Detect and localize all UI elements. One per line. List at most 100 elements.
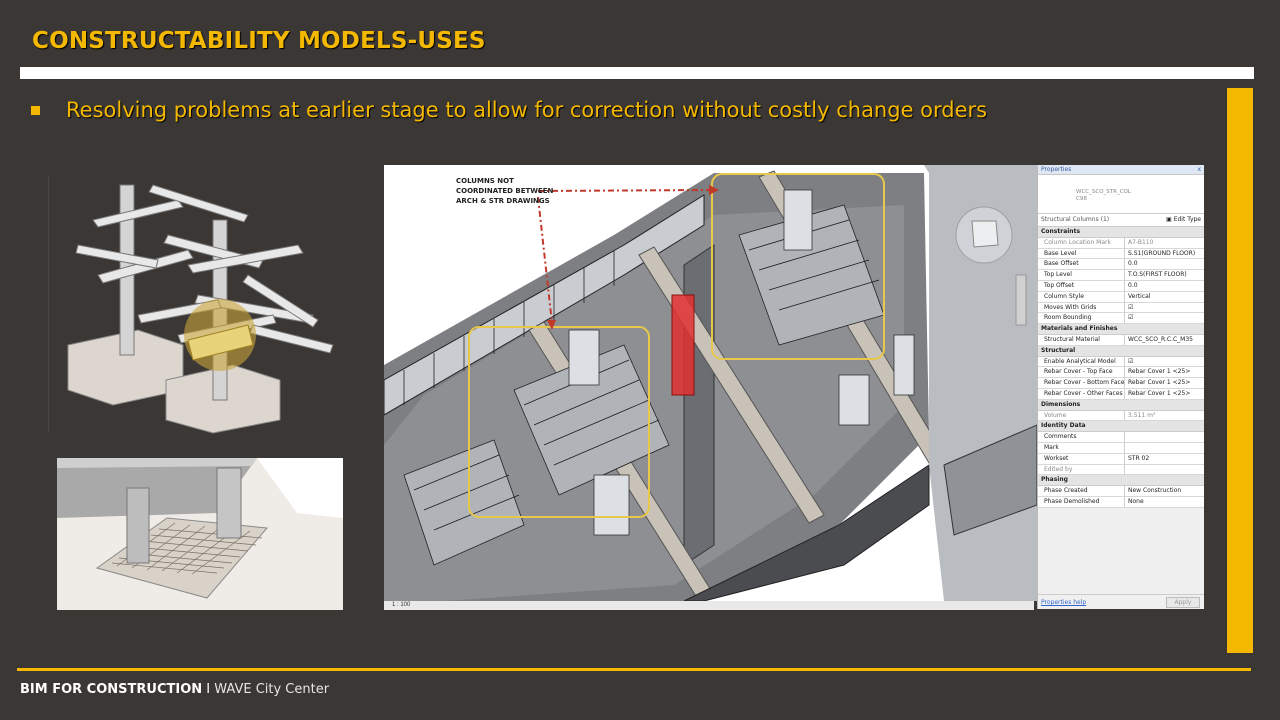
- title-divider: [20, 67, 1254, 79]
- property-row[interactable]: Volume 3.511 m³: [1038, 410, 1204, 422]
- property-row[interactable]: Base Level S.S1(GROUND FLOOR): [1038, 248, 1204, 260]
- property-key: Base Offset: [1038, 259, 1125, 270]
- property-value[interactable]: 0.0: [1125, 259, 1204, 269]
- property-value[interactable]: None: [1125, 497, 1204, 507]
- property-row[interactable]: Column Location Mark A7-B110: [1038, 237, 1204, 249]
- property-key: Mark: [1038, 442, 1125, 453]
- property-row[interactable]: Rebar Cover - Other Faces Rebar Cover 1 <…: [1038, 388, 1204, 400]
- edit-type-icon: ▣: [1166, 216, 1174, 223]
- property-key: Enable Analytical Model: [1038, 356, 1125, 367]
- property-value[interactable]: Vertical: [1125, 292, 1204, 302]
- property-row[interactable]: Comments: [1038, 432, 1204, 443]
- properties-panel[interactable]: Properties x WCC_SCO_STR_COL C98 Structu…: [1037, 165, 1204, 609]
- property-key: Column Style: [1038, 291, 1125, 302]
- view-control-bar[interactable]: 1 : 100: [384, 601, 1034, 610]
- property-value[interactable]: ☑: [1125, 313, 1204, 323]
- rebar-footing-image: [57, 458, 343, 610]
- property-row[interactable]: Structural Material WCC_SCO_R.C.C_M35: [1038, 334, 1204, 346]
- type-preview: WCC_SCO_STR_COL C98: [1038, 175, 1204, 214]
- bullet-square-icon: [31, 106, 40, 115]
- property-key: Rebar Cover - Other Faces: [1038, 388, 1125, 399]
- property-row[interactable]: Base Offset 0.0: [1038, 259, 1204, 271]
- section-header[interactable]: Structural: [1038, 345, 1204, 357]
- property-value[interactable]: Rebar Cover 1 <25>: [1125, 367, 1204, 377]
- property-key: Top Level: [1038, 270, 1125, 280]
- type-selector[interactable]: Structural Columns (1) ▣ Edit Type: [1038, 214, 1204, 227]
- property-key: Structural Material: [1038, 334, 1125, 345]
- column-beam-junction-image: [48, 165, 342, 435]
- property-value[interactable]: [1125, 465, 1204, 475]
- property-value[interactable]: T.O.S(FIRST FLOOR): [1125, 270, 1204, 280]
- section-header[interactable]: Phasing: [1038, 475, 1204, 487]
- properties-header: Properties x: [1038, 165, 1204, 175]
- property-row[interactable]: Column Style Vertical: [1038, 291, 1204, 303]
- annotation-line-3: ARCH & STR DRAWINGS: [456, 197, 550, 205]
- edit-type-label: Edit Type: [1173, 216, 1201, 223]
- property-row[interactable]: Moves With Grids ☑: [1038, 302, 1204, 314]
- property-key: Rebar Cover - Top Face: [1038, 367, 1125, 378]
- close-icon[interactable]: x: [1197, 165, 1204, 174]
- properties-help-link[interactable]: Properties help: [1041, 599, 1086, 606]
- property-row[interactable]: Phase Created New Construction: [1038, 486, 1204, 497]
- property-row[interactable]: Top Level T.O.S(FIRST FLOOR): [1038, 270, 1204, 281]
- scale-label[interactable]: 1 : 100: [392, 602, 410, 608]
- property-value[interactable]: A7-B110: [1125, 238, 1204, 248]
- property-value[interactable]: STR 02: [1125, 454, 1204, 464]
- accent-side-bar: [1227, 88, 1253, 653]
- property-value[interactable]: ☑: [1125, 357, 1204, 367]
- type-name-line-1: WCC_SCO_STR_COL: [1076, 189, 1131, 195]
- property-key: Base Level: [1038, 248, 1125, 259]
- properties-footer: Properties help Apply: [1038, 594, 1204, 609]
- property-value[interactable]: [1125, 443, 1204, 453]
- annotation-line-1: COLUMNS NOT: [456, 177, 514, 185]
- property-row[interactable]: Enable Analytical Model ☑: [1038, 356, 1204, 368]
- property-row[interactable]: Phase Demolished None: [1038, 496, 1204, 508]
- properties-grid[interactable]: Constraints Column Location Mark A7-B110 Ba…: [1038, 227, 1204, 508]
- property-row[interactable]: Top Offset 0.0: [1038, 280, 1204, 292]
- properties-title: Properties: [1041, 166, 1072, 173]
- property-key: Workset: [1038, 453, 1125, 464]
- annotation-line-2: COORDINATED BETWEEN: [456, 187, 554, 195]
- revit-3d-view[interactable]: COLUMNS NOT COORDINATED BETWEEN ARCH & S…: [384, 165, 1037, 601]
- property-value[interactable]: S.S1(GROUND FLOOR): [1125, 249, 1204, 259]
- type-selector-label[interactable]: Structural Columns (1): [1041, 216, 1109, 223]
- property-value[interactable]: Rebar Cover 1 <25>: [1125, 378, 1204, 388]
- property-key: Top Offset: [1038, 280, 1125, 291]
- property-row[interactable]: Rebar Cover - Bottom Face Rebar Cover 1 <…: [1038, 378, 1204, 389]
- property-row[interactable]: Edited by: [1038, 464, 1204, 476]
- footer: BIM FOR CONSTRUCTION I WAVE City Center: [20, 682, 329, 697]
- property-value[interactable]: [1125, 432, 1204, 442]
- property-value[interactable]: 3.511 m³: [1125, 411, 1204, 421]
- footer-separator: I: [206, 682, 211, 697]
- apply-button[interactable]: Apply: [1166, 597, 1200, 608]
- property-key: Room Bounding: [1038, 313, 1125, 324]
- section-header[interactable]: Materials and Finishes: [1038, 324, 1204, 335]
- section-header[interactable]: Identity Data: [1038, 421, 1204, 433]
- property-value[interactable]: ☑: [1125, 303, 1204, 313]
- property-key: Moves With Grids: [1038, 302, 1125, 313]
- property-key: Phase Demolished: [1038, 496, 1125, 507]
- property-value[interactable]: WCC_SCO_R.C.C_M35: [1125, 335, 1204, 345]
- property-key: Comments: [1038, 432, 1125, 442]
- footer-divider: [17, 668, 1251, 671]
- bullet-text: Resolving problems at earlier stage to a…: [66, 98, 988, 122]
- property-row[interactable]: Rebar Cover - Top Face Rebar Cover 1 <25>: [1038, 367, 1204, 379]
- edit-type-button[interactable]: ▣ Edit Type: [1166, 214, 1201, 226]
- property-row[interactable]: Mark: [1038, 442, 1204, 454]
- property-value[interactable]: Rebar Cover 1 <25>: [1125, 389, 1204, 399]
- property-key: Edited by: [1038, 464, 1125, 475]
- footer-project: WAVE City Center: [214, 682, 330, 697]
- property-row[interactable]: Room Bounding ☑: [1038, 313, 1204, 325]
- property-value[interactable]: 0.0: [1125, 281, 1204, 291]
- property-key: Rebar Cover - Bottom Face: [1038, 378, 1125, 388]
- section-header[interactable]: Dimensions: [1038, 399, 1204, 411]
- section-header[interactable]: Constraints: [1038, 227, 1204, 238]
- property-key: Phase Created: [1038, 486, 1125, 496]
- type-name-line-2: C98: [1076, 196, 1087, 202]
- slide-title: CONSTRUCTABILITY MODELS-USES: [32, 28, 486, 54]
- property-key: Column Location Mark: [1038, 237, 1125, 248]
- property-row[interactable]: Workset STR 02: [1038, 453, 1204, 465]
- property-key: Volume: [1038, 410, 1125, 421]
- property-value[interactable]: New Construction: [1125, 486, 1204, 496]
- footer-title: BIM FOR CONSTRUCTION: [20, 682, 203, 697]
